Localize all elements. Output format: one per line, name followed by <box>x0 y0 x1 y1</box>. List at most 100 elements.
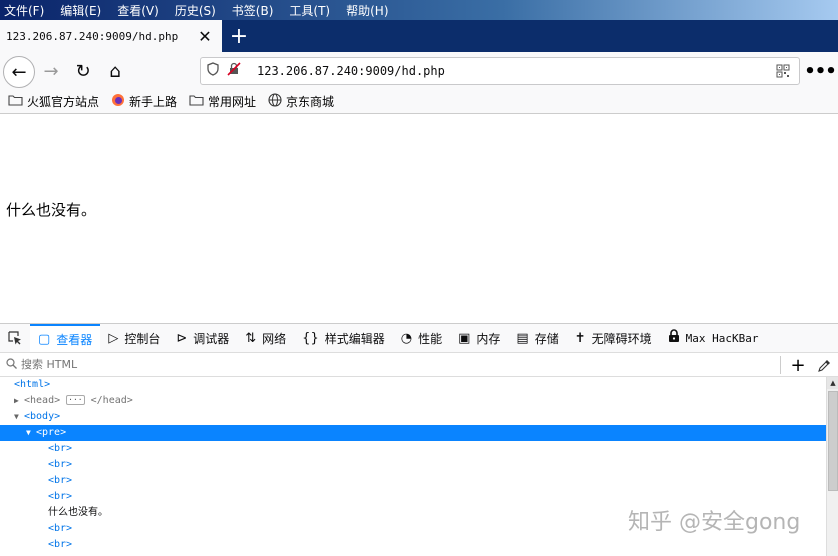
tab-label: 存储 <box>534 331 559 346</box>
collapse-triangle-icon[interactable]: ▼ <box>26 425 36 441</box>
tag-head-open: <head> <box>24 395 61 406</box>
search-html-input[interactable] <box>21 358 761 371</box>
watermark: 知乎 @安全gong <box>628 510 801 535</box>
debugger-icon: ⊳ <box>176 330 188 346</box>
tag-br: <br> <box>48 475 73 486</box>
page-content: 什么也没有。 <box>0 115 838 323</box>
tab-memory[interactable]: ▣ 内存 <box>450 324 508 352</box>
tab-label: Max HacKBar <box>685 331 759 345</box>
tree-node-br[interactable]: <br> <box>48 457 72 473</box>
tab-max-hackbar[interactable]: Max HacKBar <box>660 324 767 352</box>
tag-body: <body> <box>24 411 61 422</box>
collapse-triangle-icon[interactable]: ▼ <box>14 409 24 425</box>
bookmark-label: 新手上路 <box>129 95 178 109</box>
menu-help[interactable]: 帮助(H) <box>346 2 388 19</box>
navigation-toolbar: ← → ↻ ⌂ 123.206.87.240:9009/hd.php ••• <box>0 52 838 90</box>
tab-label: 内存 <box>476 331 501 346</box>
tag-pre: <pre> <box>36 427 67 438</box>
network-icon: ⇅ <box>245 330 257 346</box>
menu-bar: 文件(F) 编辑(E) 查看(V) 历史(S) 书签(B) 工具(T) 帮助(H… <box>0 0 838 20</box>
reload-icon[interactable]: ↻ <box>69 57 97 85</box>
qr-code-icon[interactable] <box>773 61 793 81</box>
menu-history[interactable]: 历史(S) <box>175 2 216 19</box>
forward-arrow-icon[interactable]: → <box>37 57 65 85</box>
tab-title: 123.206.87.240:9009/hd.php <box>6 29 179 43</box>
new-tab-icon[interactable]: + <box>226 23 252 49</box>
tab-console[interactable]: ▷ 控制台 <box>100 324 168 352</box>
bookmark-label: 常用网址 <box>208 95 257 109</box>
tab-network[interactable]: ⇅ 网络 <box>237 324 294 352</box>
browser-tab[interactable]: 123.206.87.240:9009/hd.php ✕ <box>0 20 222 52</box>
url-bar[interactable]: 123.206.87.240:9009/hd.php <box>200 57 800 85</box>
tree-node-br[interactable]: <br> <box>48 521 72 537</box>
selected-tree-row[interactable]: ▼ <pre> <box>0 425 826 441</box>
bookmark-label: 京东商城 <box>286 95 335 109</box>
menu-edit[interactable]: 编辑(E) <box>60 2 101 19</box>
tab-storage[interactable]: ▤ 存储 <box>508 324 566 352</box>
tag-br: <br> <box>48 539 73 550</box>
tree-node-text[interactable]: 什么也没有。 <box>48 505 108 521</box>
tree-node-pre[interactable]: ▼ <pre> <box>26 425 66 441</box>
insecure-lock-icon[interactable] <box>227 62 249 80</box>
tab-label: 无障碍环境 <box>591 331 652 346</box>
tab-debugger[interactable]: ⊳ 调试器 <box>168 324 237 352</box>
toolbar-separator <box>780 356 781 374</box>
bookmark-item[interactable]: 火狐官方站点 <box>8 93 99 110</box>
element-picker-icon[interactable] <box>0 324 30 352</box>
console-icon: ▷ <box>108 330 119 346</box>
tab-accessibility[interactable]: ✝ 无障碍环境 <box>567 324 660 352</box>
bookmark-item[interactable]: 新手上路 <box>111 93 177 111</box>
scroll-up-arrow-icon[interactable]: ▲ <box>827 377 838 389</box>
expand-triangle-icon[interactable]: ▶ <box>14 393 24 409</box>
menu-bookmarks[interactable]: 书签(B) <box>232 2 274 19</box>
add-node-icon[interactable]: + <box>788 355 808 376</box>
tab-performance[interactable]: ◔ 性能 <box>393 324 450 352</box>
firefox-icon <box>111 93 125 111</box>
tab-strip: 123.206.87.240:9009/hd.php ✕ + <box>0 20 838 52</box>
tree-node-br[interactable]: <br> <box>48 489 72 505</box>
tree-node-html[interactable]: <html> <box>14 377 50 393</box>
menu-tools[interactable]: 工具(T) <box>289 2 330 19</box>
storage-icon: ▤ <box>516 330 529 346</box>
open-menu-icon[interactable]: ••• <box>804 57 837 85</box>
tag-br: <br> <box>48 523 73 534</box>
folder-icon <box>189 94 204 110</box>
page-body-text: 什么也没有。 <box>6 201 97 219</box>
tree-node-br[interactable]: <br> <box>48 441 72 457</box>
tag-br: <br> <box>48 491 73 502</box>
tab-label: 查看器 <box>56 332 93 347</box>
memory-icon: ▣ <box>458 330 471 346</box>
tag-html: <html> <box>14 379 51 390</box>
accessibility-icon: ✝ <box>574 330 586 346</box>
scrollbar-thumb[interactable] <box>828 391 838 491</box>
inspector-icon: ▢ <box>38 331 51 347</box>
tree-node-br[interactable]: <br> <box>48 473 72 489</box>
tree-node-br[interactable]: <br> <box>48 537 72 553</box>
tab-style-editor[interactable]: {} 样式编辑器 <box>294 324 393 352</box>
tag-head-close: </head> <box>90 395 133 406</box>
close-tab-icon[interactable]: ✕ <box>194 25 216 47</box>
tag-br: <br> <box>48 443 73 454</box>
tab-inspector[interactable]: ▢ 查看器 <box>30 324 101 352</box>
tag-br: <br> <box>48 459 73 470</box>
performance-icon: ◔ <box>400 330 413 346</box>
collapsed-badge[interactable]: ··· <box>66 395 85 405</box>
text-node: 什么也没有。 <box>48 507 108 518</box>
home-icon[interactable]: ⌂ <box>101 57 129 85</box>
bookmark-item[interactable]: 京东商城 <box>268 92 335 111</box>
tree-node-head[interactable]: ▶ <head> ··· </head> <box>14 393 133 409</box>
bookmark-item[interactable]: 常用网址 <box>189 93 256 110</box>
back-arrow-icon[interactable]: ← <box>3 56 35 88</box>
bookmark-label: 火狐官方站点 <box>27 95 100 109</box>
html-search-bar: + <box>0 353 838 377</box>
tab-label: 控制台 <box>124 331 161 346</box>
tracking-shield-icon[interactable] <box>207 62 227 80</box>
tree-scrollbar[interactable]: ▲ <box>826 377 838 556</box>
menu-file[interactable]: 文件(F) <box>4 2 44 19</box>
tree-node-body[interactable]: ▼ <body> <box>14 409 60 425</box>
bookmarks-toolbar: 火狐官方站点 新手上路 常用网址 京东商城 <box>0 90 838 114</box>
url-text[interactable]: 123.206.87.240:9009/hd.php <box>257 64 773 78</box>
menu-view[interactable]: 查看(V) <box>117 2 159 19</box>
tab-label: 样式编辑器 <box>324 331 385 346</box>
eyedropper-icon[interactable] <box>814 355 834 375</box>
